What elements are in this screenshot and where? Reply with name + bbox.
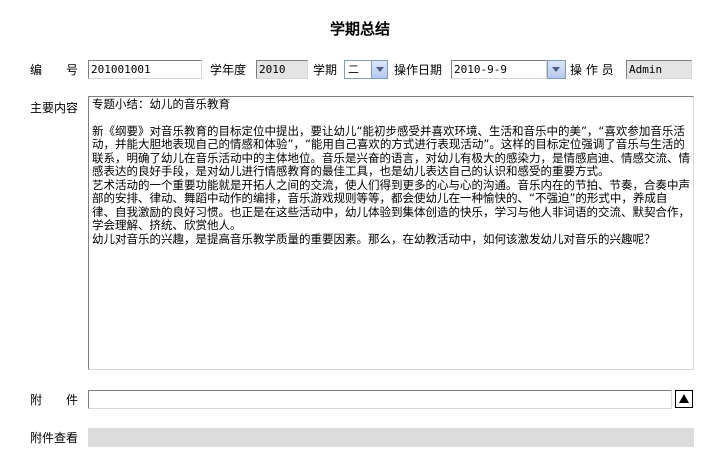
page-title: 学期总结	[329, 20, 390, 38]
operator-label: 操 作 员	[570, 63, 614, 77]
operator-field[interactable]: Admin	[626, 60, 692, 79]
content-label: 主要内容	[30, 101, 79, 115]
attachment-view-field[interactable]	[88, 428, 694, 447]
upload-arrow-icon[interactable]	[675, 390, 693, 408]
attachment-label: 附 件	[30, 393, 79, 407]
op-date-dropdown[interactable]	[547, 60, 566, 79]
content-paragraph: 新《纲要》对音乐教育的目标定位中提出，要让幼儿“能初步感受并喜欢环境、生活和音乐…	[92, 123, 690, 178]
chevron-down-icon[interactable]	[371, 61, 387, 78]
school-year-label: 学年度	[210, 63, 247, 77]
op-date-field[interactable]: 2010-9-9	[451, 60, 547, 79]
content-textarea[interactable]: 专题小结：幼儿的音乐教育 新《纲要》对音乐教育的目标定位中提出，要让幼儿“能初步…	[88, 96, 694, 370]
op-date-label: 操作日期	[394, 63, 443, 77]
school-year-field[interactable]: 2010	[256, 60, 308, 79]
attachment-view-label: 附件查看	[30, 431, 79, 445]
attachment-field[interactable]	[88, 390, 672, 409]
number-field[interactable]: 201001001	[88, 60, 202, 79]
chevron-down-icon[interactable]	[547, 61, 565, 78]
semester-select[interactable]: 二	[344, 60, 388, 79]
semester-value: 二	[348, 63, 359, 76]
content-heading: 专题小结：幼儿的音乐教育	[92, 97, 230, 111]
semester-label: 学期	[313, 63, 338, 77]
content-paragraph: 艺术活动的一个重要功能就是开拓人之间的交流，使人们得到更多的心与心的沟通。音乐内…	[92, 177, 690, 232]
content-paragraph: 幼儿对音乐的兴趣，是提高音乐教学质量的重要因素。那么，在幼教活动中，如何该激发幼…	[92, 231, 656, 246]
number-label: 编 号	[30, 63, 79, 77]
